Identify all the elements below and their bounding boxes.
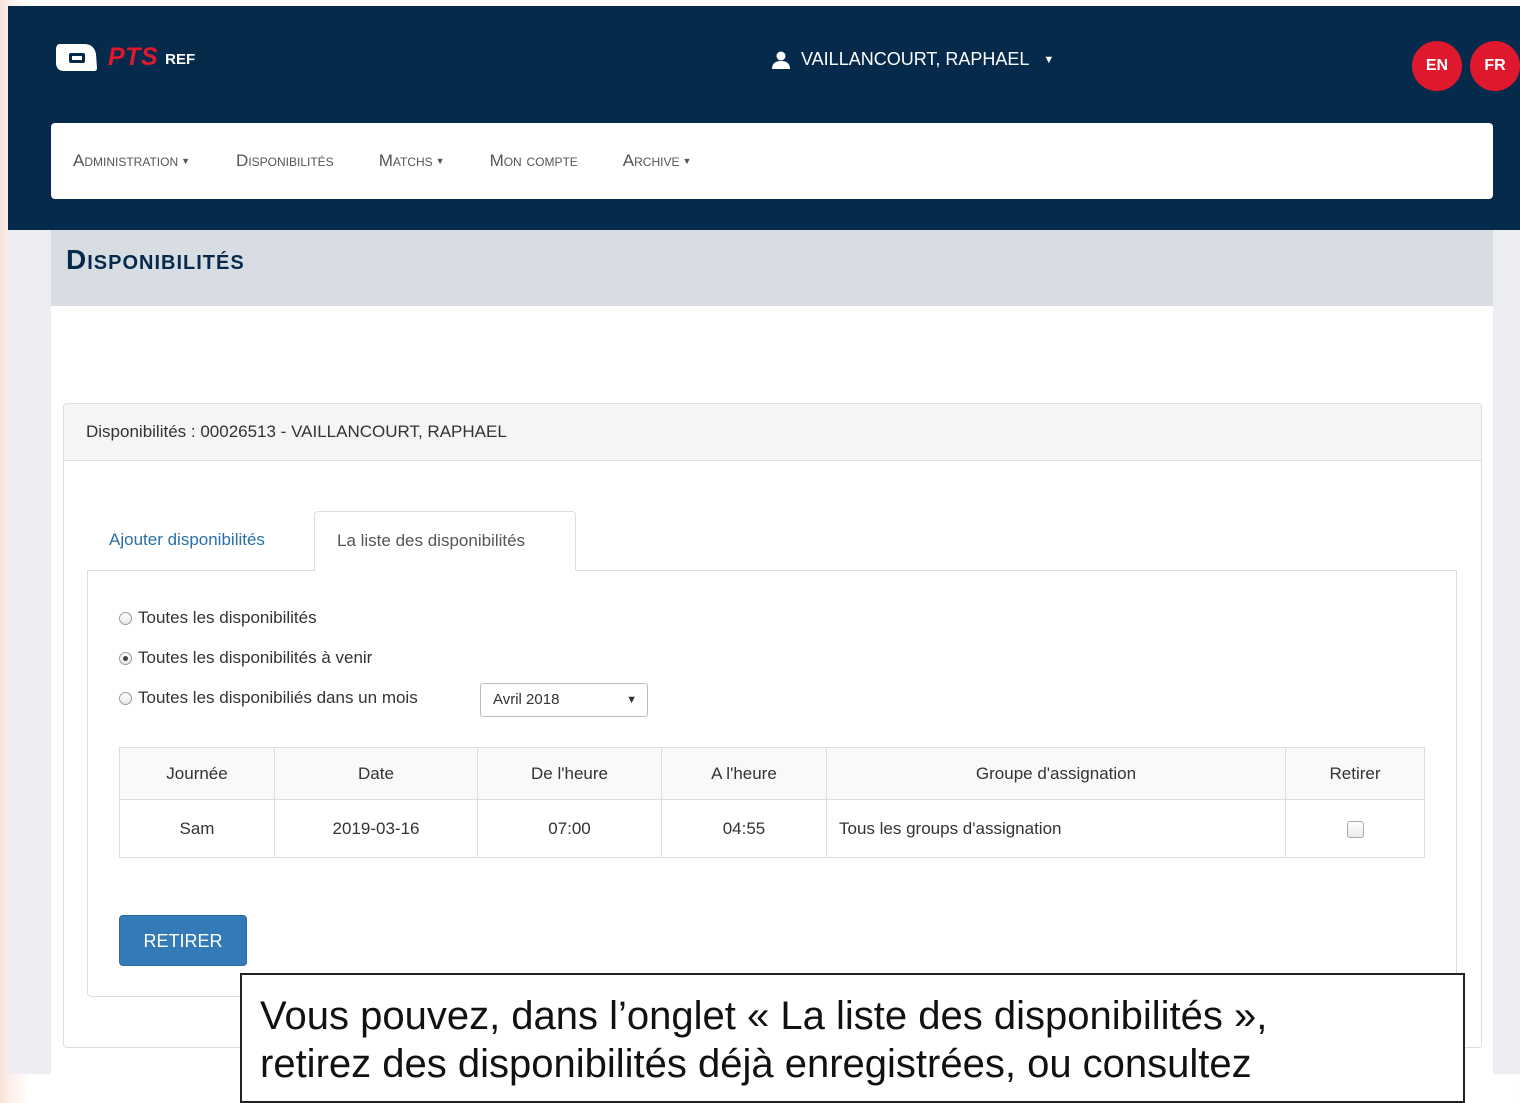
callout-line-2: retirez des disponibilités déjà enregist… xyxy=(260,1042,1252,1086)
availability-table: Journée Date De l'heure A l'heure Groupe… xyxy=(119,747,1425,858)
nav-archive-label: Archive xyxy=(622,151,680,170)
page-title: Disponibilités xyxy=(66,244,245,275)
main-content: Disponibilités : 00026513 - VAILLANCOURT… xyxy=(51,306,1493,1074)
user-menu[interactable]: VAILLANCOURT, RAPHAEL ▼ xyxy=(771,49,1054,70)
lang-fr-button[interactable]: FR xyxy=(1470,41,1520,91)
remove-checkbox[interactable] xyxy=(1346,820,1364,838)
panel-heading: Disponibilités : 00026513 - VAILLANCOURT… xyxy=(64,404,1481,461)
nav-administration[interactable]: Administration ▼ xyxy=(73,151,190,171)
logo-text: PTS xyxy=(108,42,159,71)
filter-upcoming-label: Toutes les disponibilités à venir xyxy=(138,648,373,667)
nav-mon-compte[interactable]: Mon compte xyxy=(490,151,578,171)
tab-availability-list[interactable]: La liste des disponibilités xyxy=(314,511,576,571)
month-select[interactable]: Avril 2018 ▼ xyxy=(480,683,648,717)
annotation-callout: Vous pouvez, dans l’onglet « La liste de… xyxy=(240,973,1465,1103)
lang-en-button[interactable]: EN xyxy=(1412,41,1462,91)
col-header-remove: Retirer xyxy=(1285,747,1425,800)
cell-remove xyxy=(1285,799,1425,858)
radio-upcoming[interactable] xyxy=(119,651,132,665)
app-page: PTS REF VAILLANCOURT, RAPHAEL ▼ EN FR Ad… xyxy=(8,6,1520,1074)
tab-bar: Ajouter disponibilités La liste des disp… xyxy=(87,511,1457,571)
remove-button[interactable]: RETIRER xyxy=(119,915,247,966)
nav-matchs[interactable]: Matchs ▼ xyxy=(379,151,445,171)
user-name: VAILLANCOURT, RAPHAEL xyxy=(801,49,1030,69)
table-row: Sam 2019-03-16 07:00 04:55 Tous les grou… xyxy=(119,799,1425,858)
callout-line-1: Vous pouvez, dans l’onglet « La liste de… xyxy=(260,994,1268,1038)
nav-mon-compte-label: Mon compte xyxy=(489,151,578,170)
table-header-row: Journée Date De l'heure A l'heure Groupe… xyxy=(119,747,1425,800)
user-icon xyxy=(772,51,790,69)
nav-archive[interactable]: Archive ▼ xyxy=(623,151,692,171)
logo-subtext: REF xyxy=(165,51,196,68)
nav-matchs-label: Matchs xyxy=(378,151,433,170)
nav-administration-label: Administration xyxy=(73,151,179,170)
ticket-logo-icon xyxy=(56,44,97,71)
radio-all[interactable] xyxy=(119,611,132,625)
chevron-down-icon: ▼ xyxy=(1043,53,1055,66)
availability-panel: Disponibilités : 00026513 - VAILLANCOURT… xyxy=(63,403,1482,1048)
col-header-date: Date xyxy=(274,747,478,800)
cell-from: 07:00 xyxy=(477,799,662,858)
cell-day: Sam xyxy=(119,799,275,858)
filter-upcoming-option[interactable]: Toutes les disponibilités à venir xyxy=(119,648,372,668)
cell-group: Tous les groups d'assignation xyxy=(826,799,1286,858)
page-header: Disponibilités xyxy=(51,230,1493,306)
tab-pane-list: Toutes les disponibilités Toutes les dis… xyxy=(87,570,1457,997)
cell-date: 2019-03-16 xyxy=(274,799,478,858)
nav-disponibilites[interactable]: Disponibilités xyxy=(236,151,334,171)
app-logo[interactable]: PTS REF xyxy=(54,42,195,72)
col-header-day: Journée xyxy=(119,747,275,800)
chevron-down-icon: ▼ xyxy=(682,156,692,166)
filter-all-option[interactable]: Toutes les disponibilités xyxy=(119,608,317,628)
tab-add-availability[interactable]: Ajouter disponibilités xyxy=(87,511,287,570)
nav-disponibilites-label: Disponibilités xyxy=(236,151,334,170)
col-header-group: Groupe d'assignation xyxy=(826,747,1286,800)
cell-to: 04:55 xyxy=(661,799,827,858)
dropdown-arrow-icon: ▼ xyxy=(626,694,637,706)
radio-month[interactable] xyxy=(119,691,132,705)
filter-month-option[interactable]: Toutes les disponibiliés dans un mois xyxy=(119,688,418,708)
filter-month-label: Toutes les disponibiliés dans un mois xyxy=(138,688,418,707)
chevron-down-icon: ▼ xyxy=(181,156,191,166)
main-nav: Administration ▼ Disponibilités Matchs ▼… xyxy=(51,123,1493,199)
col-header-to: A l'heure xyxy=(661,747,827,800)
month-select-value: Avril 2018 xyxy=(493,691,560,708)
chevron-down-icon: ▼ xyxy=(435,156,445,166)
col-header-from: De l'heure xyxy=(477,747,662,800)
top-bar: PTS REF VAILLANCOURT, RAPHAEL ▼ EN FR Ad… xyxy=(8,6,1520,230)
filter-all-label: Toutes les disponibilités xyxy=(138,608,317,627)
